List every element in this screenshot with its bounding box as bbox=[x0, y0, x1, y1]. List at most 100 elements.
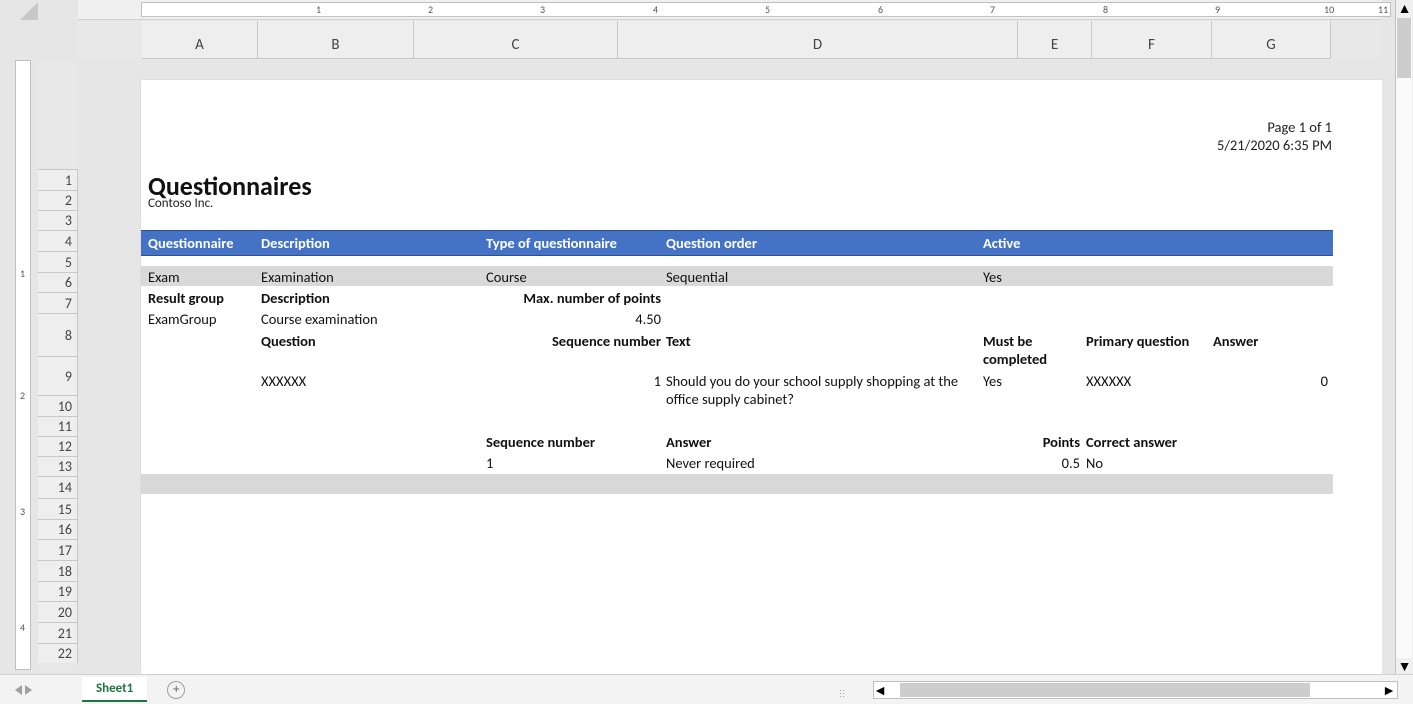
cell-type: Course bbox=[486, 268, 527, 286]
column-header[interactable]: F bbox=[1092, 21, 1212, 59]
column-header[interactable]: A bbox=[142, 21, 258, 59]
next-sheet-icon[interactable] bbox=[25, 685, 32, 695]
ruler-tick: 7 bbox=[990, 3, 995, 16]
val-primary: XXXXXX bbox=[1086, 372, 1131, 390]
row-header[interactable]: 7 bbox=[38, 292, 78, 313]
val-text: Should you do your school supply shoppin… bbox=[666, 372, 976, 408]
val-ans-seq: 1 bbox=[486, 454, 493, 472]
hdr-max-points: Max. number of points bbox=[486, 289, 661, 307]
row-header[interactable]: 2 bbox=[38, 190, 78, 210]
vertical-ruler: 1 2 3 4 bbox=[15, 60, 31, 670]
horizontal-ruler: 1 2 3 4 5 6 7 8 9 10 11 bbox=[78, 0, 1382, 20]
row-header[interactable]: 21 bbox=[38, 622, 78, 643]
row-header[interactable]: 3 bbox=[38, 210, 78, 230]
ruler-tick-v: 3 bbox=[20, 505, 25, 518]
row-header[interactable]: 1 bbox=[38, 169, 78, 190]
cell-active: Yes bbox=[983, 268, 1002, 286]
sheet-nav[interactable] bbox=[15, 685, 32, 695]
sheet-area[interactable]: Page 1 of 1 5/21/2020 6:35 PM Questionna… bbox=[78, 60, 1382, 674]
row-header[interactable]: 14 bbox=[38, 476, 78, 498]
hdr-points: Points bbox=[983, 433, 1080, 451]
ruler-tick: 4 bbox=[653, 3, 658, 16]
val-must: Yes bbox=[983, 372, 1002, 390]
val-question: XXXXXX bbox=[261, 372, 306, 390]
horizontal-scrollbar[interactable]: ◄ ► bbox=[873, 681, 1398, 699]
ruler-tick: 10 bbox=[1324, 3, 1334, 16]
hscroll-left-icon[interactable]: ◄ bbox=[874, 682, 886, 699]
row-header[interactable]: 13 bbox=[38, 456, 78, 476]
val-answer: 0 bbox=[1213, 372, 1328, 390]
col-questionnaire: Questionnaire bbox=[148, 234, 234, 252]
column-header[interactable]: D bbox=[618, 21, 1018, 59]
row-header[interactable]: 17 bbox=[38, 539, 78, 560]
cell-description: Examination bbox=[261, 268, 334, 286]
vscroll-thumb[interactable] bbox=[1397, 18, 1411, 78]
hdr-must: Must be completed bbox=[983, 332, 1063, 368]
row-header[interactable]: 4 bbox=[38, 230, 78, 251]
cell-order: Sequential bbox=[666, 268, 728, 286]
row-header[interactable]: 22 bbox=[38, 643, 78, 663]
col-active: Active bbox=[983, 234, 1020, 252]
new-sheet-button[interactable]: + bbox=[167, 681, 185, 699]
select-all-triangle[interactable] bbox=[20, 2, 38, 20]
page-header-right: Page 1 of 1 5/21/2020 6:35 PM bbox=[1217, 118, 1332, 154]
ruler-tick: 8 bbox=[1103, 3, 1108, 16]
row-header[interactable]: 8 bbox=[38, 313, 78, 356]
hscroll-right-icon[interactable]: ► bbox=[1383, 682, 1395, 699]
col-order: Question order bbox=[666, 234, 757, 252]
scroll-up-icon[interactable]: ▲ bbox=[1396, 0, 1413, 16]
val-ans-answer: Never required bbox=[666, 454, 755, 472]
val-correct: No bbox=[1086, 454, 1103, 472]
ruler-tick: 1 bbox=[316, 3, 321, 16]
row-header[interactable]: 10 bbox=[38, 395, 78, 416]
row-header[interactable]: 6 bbox=[38, 272, 78, 292]
hdr-text: Text bbox=[666, 332, 691, 350]
company-name: Contoso Inc. bbox=[148, 196, 213, 211]
column-header[interactable]: E bbox=[1018, 21, 1092, 59]
print-page: Page 1 of 1 5/21/2020 6:35 PM Questionna… bbox=[141, 80, 1382, 674]
row-header[interactable]: 18 bbox=[38, 560, 78, 581]
ruler-tick: 5 bbox=[765, 3, 770, 16]
tab-split-grip[interactable] bbox=[840, 683, 846, 697]
page-number: Page 1 of 1 bbox=[1217, 118, 1332, 136]
vscroll-track[interactable] bbox=[1396, 18, 1412, 658]
cell-questionnaire: Exam bbox=[148, 268, 180, 286]
hdr-result-desc: Description bbox=[261, 289, 330, 307]
ruler-tick-v: 1 bbox=[20, 267, 25, 280]
column-header[interactable]: G bbox=[1212, 21, 1331, 59]
hdr-answer: Answer bbox=[1213, 332, 1258, 350]
prev-sheet-icon[interactable] bbox=[15, 685, 22, 695]
hdr-correct: Correct answer bbox=[1086, 433, 1177, 451]
ruler-tick: 3 bbox=[540, 3, 545, 16]
hdr-question: Question bbox=[261, 332, 316, 350]
row-header[interactable]: 15 bbox=[38, 498, 78, 519]
sheet-tab-active[interactable]: Sheet1 bbox=[82, 677, 147, 702]
row-header[interactable]: 9 bbox=[38, 356, 78, 395]
row-header[interactable]: 11 bbox=[38, 416, 78, 436]
page-timestamp: 5/21/2020 6:35 PM bbox=[1217, 136, 1332, 154]
column-header[interactable]: C bbox=[414, 21, 618, 59]
row-header[interactable]: 12 bbox=[38, 436, 78, 456]
hdr-result-group: Result group bbox=[148, 289, 224, 307]
column-headers: ABCDEFG bbox=[78, 20, 1382, 60]
val-result-desc: Course examination bbox=[261, 310, 378, 328]
hscroll-thumb[interactable] bbox=[900, 683, 1310, 697]
row-header[interactable]: 20 bbox=[38, 601, 78, 622]
row-header[interactable]: 5 bbox=[38, 251, 78, 272]
hdr-ans-seq: Sequence number bbox=[486, 433, 595, 451]
val-points: 0.5 bbox=[983, 454, 1080, 472]
hdr-primary: Primary question bbox=[1086, 332, 1189, 350]
main-table-header: Questionnaire Description Type of questi… bbox=[141, 230, 1333, 256]
row-header[interactable]: 19 bbox=[38, 581, 78, 601]
scroll-down-icon[interactable]: ▼ bbox=[1396, 658, 1413, 674]
column-header[interactable]: B bbox=[258, 21, 414, 59]
val-max-points: 4.50 bbox=[486, 310, 661, 328]
ruler-tick: 2 bbox=[428, 3, 433, 16]
ruler-tick: 9 bbox=[1215, 3, 1220, 16]
ruler-tick-v: 2 bbox=[20, 389, 25, 402]
val-result-group: ExamGroup bbox=[148, 310, 216, 328]
footer-grey-row bbox=[141, 474, 1333, 494]
vertical-scrollbar[interactable]: ▲ ▼ bbox=[1395, 0, 1413, 674]
row-header[interactable]: 16 bbox=[38, 519, 78, 539]
col-description: Description bbox=[261, 234, 330, 252]
